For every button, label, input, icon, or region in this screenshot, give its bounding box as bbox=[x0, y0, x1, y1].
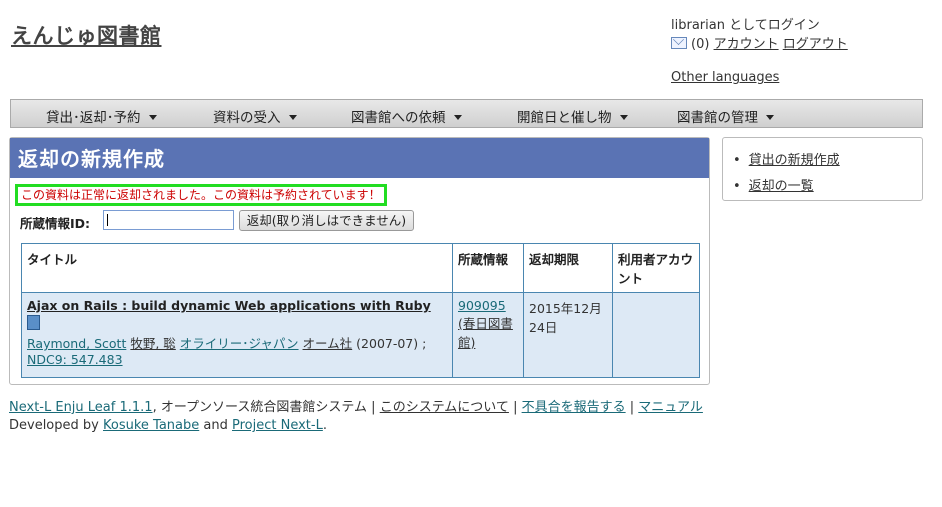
book-icon bbox=[27, 315, 40, 330]
menu-label: 貸出･返却･予約 bbox=[46, 110, 141, 126]
menu-circulation[interactable]: 貸出･返却･予約 bbox=[46, 106, 157, 126]
author-link[interactable]: 牧野, 聡 bbox=[130, 336, 175, 351]
item-id-input[interactable] bbox=[103, 210, 234, 230]
menu-label: 図書館の管理 bbox=[677, 110, 758, 126]
product-link[interactable]: Next-L Enju Leaf 1.1.1 bbox=[9, 400, 153, 415]
developed-by-text: Developed by bbox=[9, 418, 99, 433]
sidebar: 貸出の新規作成 返却の一覧 bbox=[722, 137, 923, 201]
product-desc: , オープンソース統合図書館システム bbox=[152, 400, 368, 415]
due-date-cell: 2015年12月24日 bbox=[523, 292, 613, 378]
library-link[interactable]: (春日図書館) bbox=[458, 316, 513, 350]
page-title: 返却の新規作成 bbox=[10, 138, 709, 178]
site-title[interactable]: えんじゅ図書館 bbox=[11, 20, 162, 50]
caret-down-icon bbox=[148, 115, 157, 120]
checkin-button[interactable]: 返却(取り消しはできません) bbox=[239, 210, 414, 231]
report-bug-link[interactable]: 不具合を報告する bbox=[522, 400, 626, 415]
developer-link[interactable]: Kosuke Tanabe bbox=[103, 418, 199, 433]
publisher-link[interactable]: オライリー･ジャパン bbox=[180, 336, 299, 351]
footer: Next-L Enju Leaf 1.1.1, オープンソース統合図書館システム… bbox=[9, 399, 703, 435]
project-link[interactable]: Project Next-L bbox=[232, 418, 323, 433]
title-cell: Ajax on Rails : build dynamic Web applic… bbox=[21, 292, 453, 378]
separator: | bbox=[371, 400, 376, 415]
flash-message: この資料は正常に返却されました。この資料は予約されています！ bbox=[15, 184, 387, 206]
menu-label: 開館日と催し物 bbox=[517, 110, 612, 126]
login-status: librarian としてログイン bbox=[671, 18, 820, 33]
separator: | bbox=[513, 400, 518, 415]
manual-link[interactable]: マニュアル bbox=[638, 400, 703, 415]
new-checkout-link[interactable]: 貸出の新規作成 bbox=[749, 153, 840, 168]
account-link[interactable]: アカウント bbox=[714, 37, 779, 52]
about-link[interactable]: このシステムについて bbox=[380, 400, 509, 415]
column-header-user: 利用者アカウント bbox=[612, 243, 700, 293]
other-languages-link[interactable]: Other languages bbox=[671, 70, 779, 85]
mail-count: (0) bbox=[691, 37, 710, 52]
book-title-link[interactable]: Ajax on Rails : build dynamic Web applic… bbox=[27, 298, 431, 313]
user-box: librarian としてログイン (0) アカウント ログアウト bbox=[671, 16, 848, 54]
separator: | bbox=[629, 400, 635, 415]
and-text: and bbox=[203, 418, 228, 433]
author-link[interactable]: Raymond, Scott bbox=[27, 336, 126, 351]
sidebar-item-checkin-list: 返却の一覧 bbox=[733, 174, 840, 200]
table-row: Ajax on Rails : build dynamic Web applic… bbox=[21, 292, 700, 378]
item-cell: 909095 (春日図書館) bbox=[452, 292, 524, 378]
caret-down-icon bbox=[619, 115, 628, 120]
menu-label: 資料の受入 bbox=[213, 110, 281, 126]
column-header-item: 所蔵情報 bbox=[452, 243, 524, 293]
column-header-due: 返却期限 bbox=[523, 243, 613, 293]
logout-link[interactable]: ログアウト bbox=[783, 37, 848, 52]
item-identifier-link[interactable]: 909095 bbox=[458, 298, 506, 313]
user-account-cell bbox=[612, 292, 700, 378]
main-panel: 返却の新規作成 この資料は正常に返却されました。この資料は予約されています！ 所… bbox=[9, 137, 710, 385]
menu-label: 図書館への依頼 bbox=[351, 110, 446, 126]
caret-down-icon bbox=[453, 115, 462, 120]
table-header-row: タイトル 所蔵情報 返却期限 利用者アカウント bbox=[21, 243, 700, 293]
main-menu: 貸出･返却･予約 資料の受入 図書館への依頼 開館日と催し物 図書館の管理 bbox=[10, 99, 923, 128]
checkin-list-link[interactable]: 返却の一覧 bbox=[749, 179, 814, 194]
menu-admin[interactable]: 図書館の管理 bbox=[677, 106, 774, 126]
sidebar-item-new-checkout: 貸出の新規作成 bbox=[733, 148, 840, 174]
caret-down-icon bbox=[288, 115, 297, 120]
column-header-title: タイトル bbox=[21, 243, 453, 293]
menu-request[interactable]: 図書館への依頼 bbox=[351, 106, 462, 126]
pub-date: (2007-07) bbox=[356, 336, 419, 351]
period-text: . bbox=[322, 418, 327, 433]
checkin-table: タイトル 所蔵情報 返却期限 利用者アカウント Ajax on Rails : … bbox=[21, 243, 700, 378]
item-id-label: 所蔵情報ID: bbox=[20, 216, 91, 231]
mail-icon[interactable] bbox=[671, 37, 687, 49]
caret-down-icon bbox=[766, 115, 774, 120]
menu-acquisition[interactable]: 資料の受入 bbox=[213, 106, 297, 126]
ndc-link[interactable]: NDC9: 547.483 bbox=[27, 352, 123, 367]
publisher-link[interactable]: オーム社 bbox=[303, 336, 353, 351]
menu-events[interactable]: 開館日と催し物 bbox=[517, 106, 628, 126]
